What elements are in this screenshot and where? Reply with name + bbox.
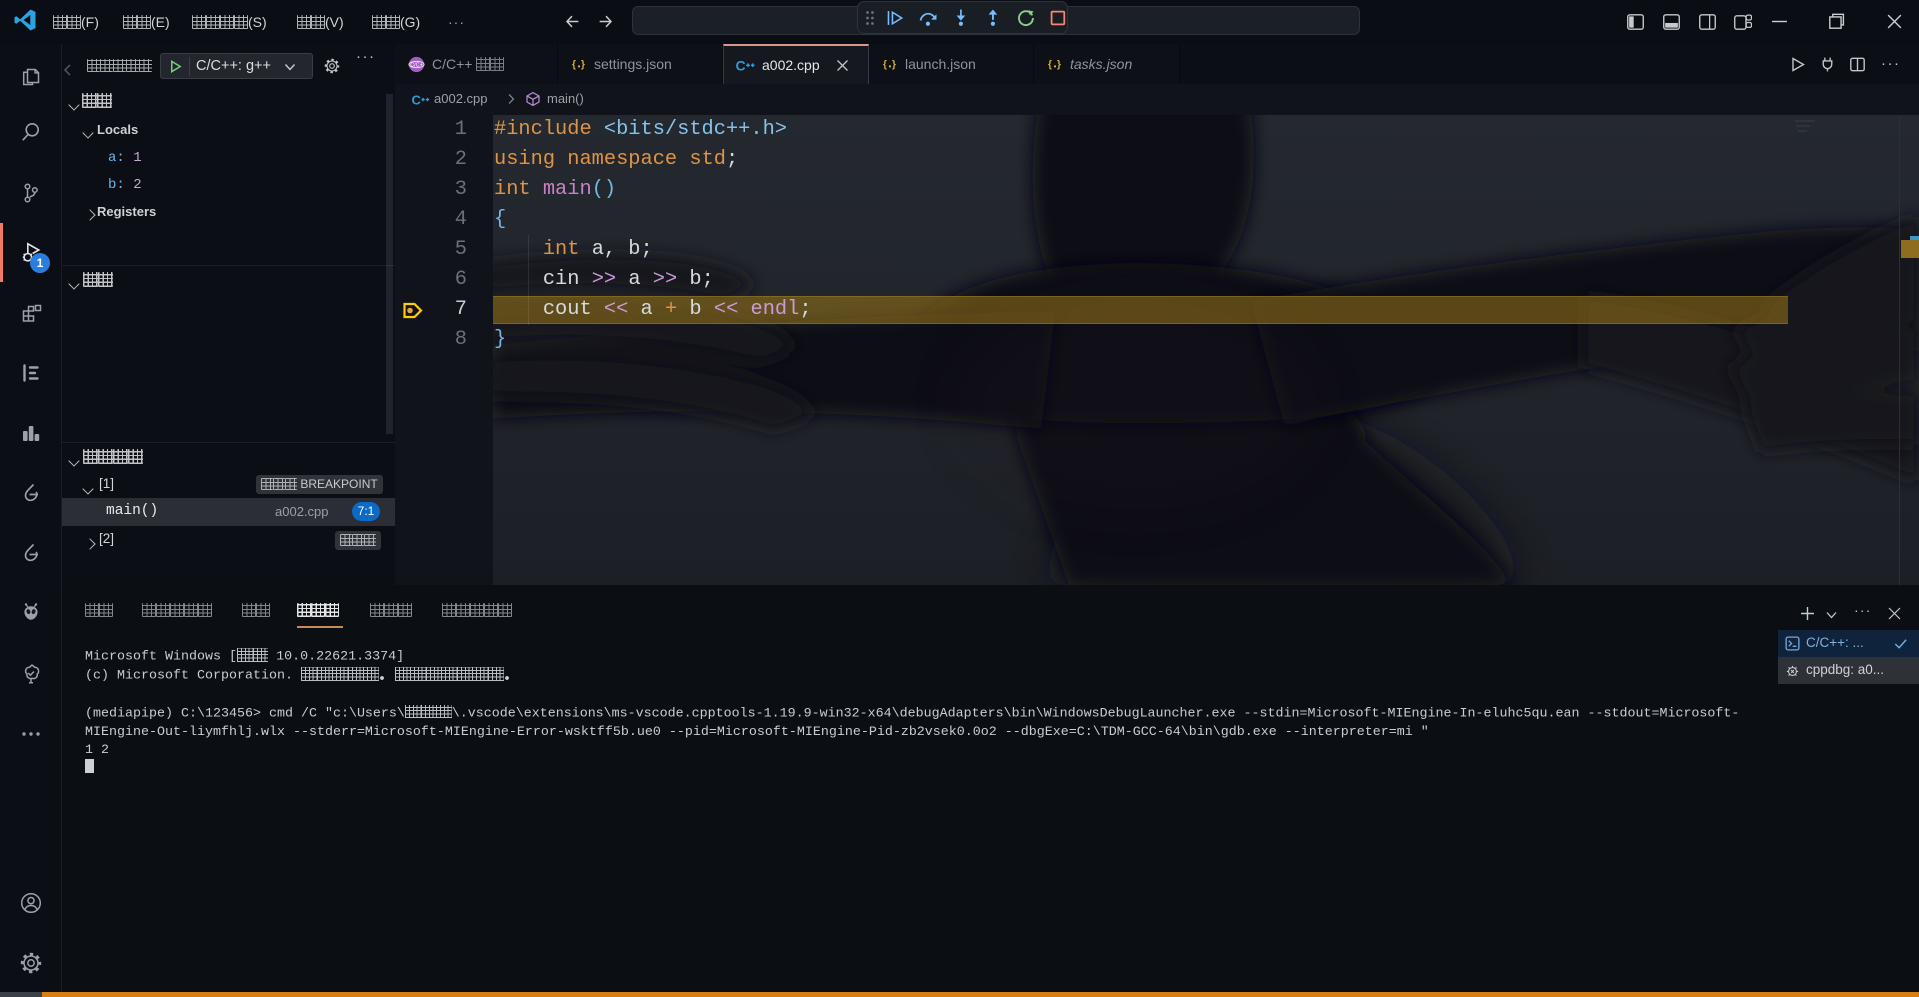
svg-text:C: C [412, 93, 422, 108]
svg-text:C/C+: C/C+ [410, 62, 422, 68]
svg-text:C: C [736, 58, 746, 74]
svg-text:{: { [1048, 60, 1052, 71]
svg-text:}: } [1057, 60, 1061, 71]
svg-text:}: } [581, 60, 585, 71]
svg-text:{: { [572, 60, 576, 71]
svg-text:}: } [892, 60, 896, 71]
svg-text:{: { [883, 60, 887, 71]
